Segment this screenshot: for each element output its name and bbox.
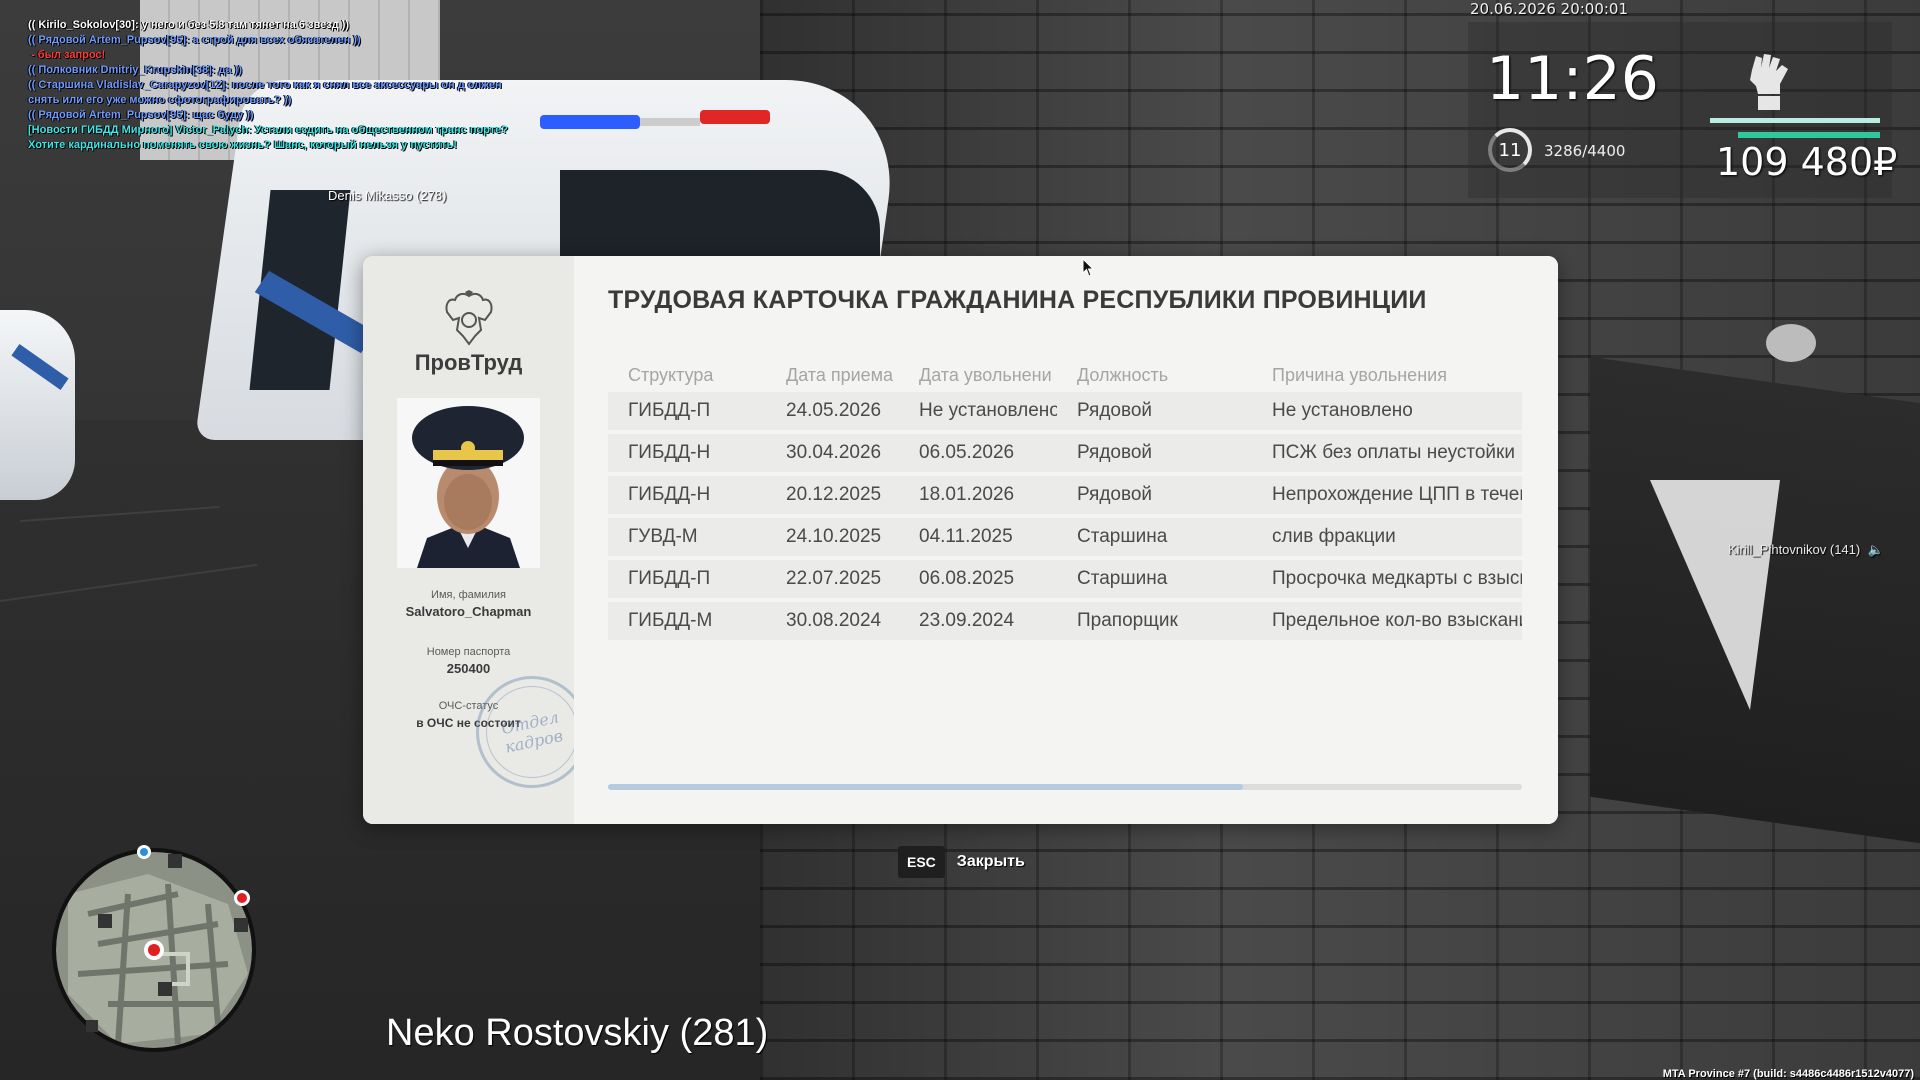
org-name: ПровТруд [414, 350, 523, 375]
position-cell: Рядовой [1077, 400, 1153, 421]
hud-clock: 11:26 [1486, 44, 1659, 114]
chat-line: (( Старшина Vladislav_Carapyzov[12]: пос… [28, 79, 505, 106]
name-value: Salvatoro_Chapman [405, 604, 532, 619]
horizontal-scrollbar[interactable] [608, 784, 1522, 790]
passport-label: Номер паспорта [426, 646, 511, 658]
name-label: Имя, фамилия [431, 589, 506, 601]
xp-counter: 3286/4400 [1544, 142, 1626, 160]
siren-blue [540, 115, 640, 129]
table-row: ГУВД-М 24.10.2025 04.11.2025 Старшина сл… [608, 518, 1522, 556]
dismissal-date-cell: 18.01.2026 [919, 484, 1015, 505]
mouse-cursor-icon [1082, 258, 1095, 277]
money-display: 109 480₽ [1716, 140, 1898, 184]
hire-date-cell: 22.07.2025 [786, 568, 882, 589]
chat-line: (( Kirilo_Sokolov[30]: у него и без 5.8 … [28, 19, 350, 31]
table-row: ГИБДД-Н 30.04.2026 06.05.2026 Рядовой ПС… [608, 434, 1522, 472]
work-record-card: ПровТруд Имя, фамилия Salvatoro_Chapman … [363, 256, 1558, 824]
position-cell: Прапорщик [1077, 610, 1178, 631]
player-nametag: Kirill_Pihtovnikov (141) 🔈 [1728, 542, 1885, 557]
table-header: Структура Дата приема Дата увольнени Дол… [608, 362, 1522, 388]
passport-value: 250400 [446, 661, 491, 676]
player-nametag: Denis Mikasso (278) [328, 188, 447, 203]
column-header: Причина увольнения [1272, 364, 1447, 385]
lamp [1766, 324, 1816, 362]
chat-line: (( Полковник Dmitriy_Krupskin[38]: да )) [28, 64, 242, 76]
stamina-bar [1738, 132, 1880, 138]
column-header: Структура [628, 364, 714, 385]
chat-line: (( Рядовой Artem_Pupsov[95]: щас буду )) [28, 109, 254, 121]
employment-table: Структура Дата приема Дата увольнени Дол… [608, 362, 1522, 640]
position-cell: Рядовой [1077, 484, 1153, 505]
card-title: ТРУДОВАЯ КАРТОЧКА ГРАЖДАНИНА РЕСПУБЛИКИ … [608, 286, 1427, 314]
chat-line: [Новости ГИБДД Мирного] Victor_Palych: У… [28, 124, 508, 151]
dismissal-date-cell: 23.09.2024 [919, 610, 1015, 631]
health-bar [1710, 118, 1880, 123]
dismissal-date-cell: 06.08.2025 [919, 568, 1015, 589]
hire-date-cell: 20.12.2025 [786, 484, 882, 505]
reason-cell: слив фракции [1272, 526, 1396, 547]
structure-cell: ГИБДД-П [628, 568, 711, 589]
level-indicator: 11 [1488, 128, 1532, 172]
column-header: Должность [1077, 364, 1169, 385]
table-row: ГИБДД-П 22.07.2025 06.08.2025 Старшина П… [608, 560, 1522, 598]
hire-date-cell: 30.08.2024 [786, 610, 882, 631]
position-cell: Старшина [1077, 568, 1168, 589]
structure-cell: ГИБДД-Н [628, 484, 711, 505]
reason-cell: Предельное кол-во взыскани [1272, 610, 1522, 631]
chat-line: - был запрос! [28, 49, 106, 61]
scrollbar-thumb[interactable] [608, 784, 1244, 790]
minimap [52, 845, 256, 1052]
reason-cell: Непрохождение ЦПП в течен [1272, 484, 1522, 505]
citizen-photo [397, 398, 540, 568]
hire-date-cell: 24.05.2026 [786, 400, 882, 421]
structure-cell: ГИБДД-Н [628, 442, 711, 463]
reason-cell: Не установлено [1272, 400, 1413, 421]
position-cell: Рядовой [1077, 442, 1153, 463]
close-label[interactable]: Закрыть [957, 853, 1025, 871]
dismissal-date-cell: 06.05.2026 [919, 442, 1015, 463]
table-row: ГИБДД-Н 20.12.2025 18.01.2026 Рядовой Не… [608, 476, 1522, 514]
dismissal-date-cell: Не установлено [919, 400, 1057, 421]
close-button[interactable]: ESC Закрыть [898, 846, 1025, 878]
column-header: Дата приема [786, 364, 894, 385]
reason-cell: Просрочка медкарты с взыск [1272, 568, 1522, 589]
hire-date-cell: 24.10.2025 [786, 526, 882, 547]
structure-cell: ГИБДД-П [628, 400, 711, 421]
speaker-icon: 🔈 [1867, 542, 1885, 557]
structure-cell: ГИБДД-М [628, 610, 713, 631]
siren-red [700, 110, 770, 124]
emblem-icon [445, 290, 493, 346]
table-row: ГИБДД-П 24.05.2026 Не установлено Рядово… [608, 392, 1522, 430]
fist-icon [1750, 54, 1788, 110]
build-info: MTA Province #7 (build: s4486c4486r1512v… [1662, 1068, 1914, 1080]
structure-cell: ГУВД-М [628, 526, 698, 547]
chat-log: (( Kirilo_Sokolov[30]: у него и без 5.8 … [28, 18, 508, 153]
chat-line: (( Рядовой Artem_Pupsov[95]: а строй для… [28, 34, 361, 46]
column-header: Дата увольнени [919, 364, 1052, 385]
card-sidebar: ПровТруд Имя, фамилия Salvatoro_Chapman … [363, 256, 599, 824]
reason-cell: ПСЖ без оплаты неустойки [1272, 442, 1515, 463]
hud-date-time: 20.06.2026 20:00:01 [1470, 0, 1629, 18]
esc-key[interactable]: ESC [898, 846, 945, 878]
player-nametag: Neko Rostovskiy (281) [386, 1012, 769, 1054]
position-cell: Старшина [1077, 526, 1168, 547]
dismissal-date-cell: 04.11.2025 [919, 526, 1013, 547]
lamp-light-cone [1650, 480, 1780, 710]
police-car [0, 310, 75, 500]
card-main: ТРУДОВАЯ КАРТОЧКА ГРАЖДАНИНА РЕСПУБЛИКИ … [574, 256, 1558, 824]
table-row: ГИБДД-М 30.08.2024 23.09.2024 Прапорщик … [608, 602, 1522, 640]
hire-date-cell: 30.04.2026 [786, 442, 882, 463]
